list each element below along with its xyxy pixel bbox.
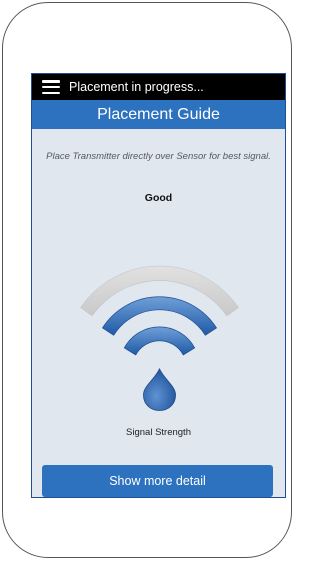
hamburger-menu-icon[interactable] xyxy=(42,80,60,94)
placement-instruction: Place Transmitter directly over Sensor f… xyxy=(46,151,271,162)
placement-guide-content: Place Transmitter directly over Sensor f… xyxy=(32,129,285,497)
status-text: Placement in progress... xyxy=(69,80,204,94)
signal-quality-value: Good xyxy=(144,192,173,204)
status-bar: Placement in progress... xyxy=(32,74,285,100)
page-title: Placement Guide xyxy=(32,100,285,129)
sensor-drop-icon xyxy=(143,367,176,411)
show-more-detail-button[interactable]: Show more detail xyxy=(42,465,273,497)
app-screen: Placement in progress... Placement Guide… xyxy=(31,73,286,498)
wifi-signal-icon xyxy=(80,265,239,411)
signal-arc-inner xyxy=(123,326,196,356)
signal-strength-label: Signal Strength xyxy=(126,427,191,438)
phone-frame: Placement in progress... Placement Guide… xyxy=(2,2,292,558)
